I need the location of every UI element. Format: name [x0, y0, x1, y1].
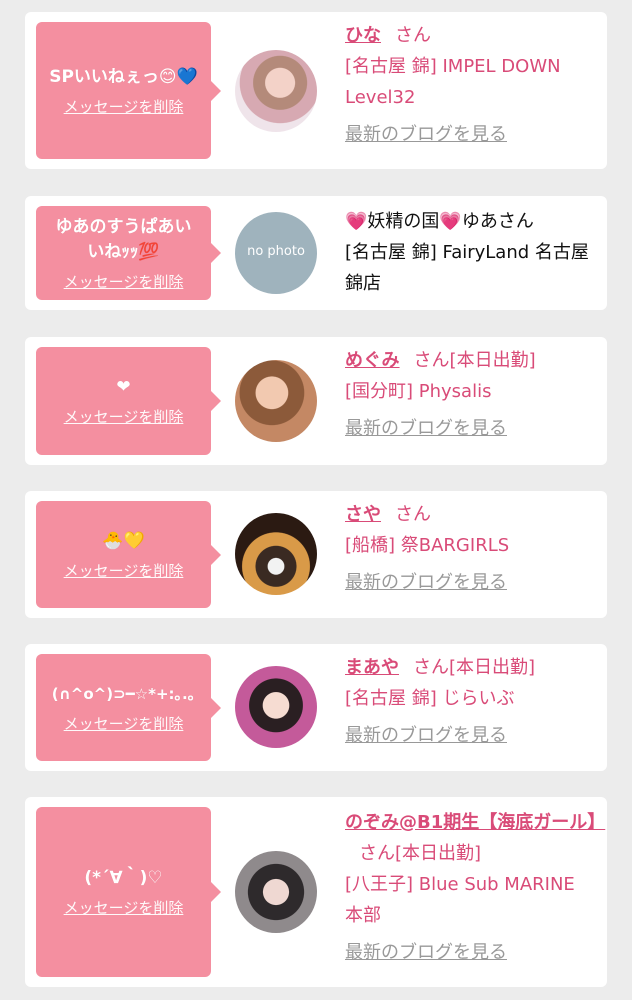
latest-blog-link[interactable]: 最新のブログを見る	[345, 720, 597, 751]
profile-name-link[interactable]: ひな	[345, 25, 381, 46]
shop-link[interactable]: [国分町] Physalis	[345, 376, 597, 407]
avatar[interactable]	[235, 50, 317, 132]
name-suffix: さん	[395, 504, 431, 525]
message-card: SPいいねぇっ😊💙 メッセージを削除 ひな さん [名古屋 錦] IMPEL DO…	[25, 12, 607, 169]
profile-info: まあや さん[本日出勤] [名古屋 錦] じらいぶ 最新のブログを見る	[345, 652, 597, 751]
latest-blog-link[interactable]: 最新のブログを見る	[345, 119, 597, 150]
profile-info: めぐみ さん[本日出勤] [国分町] Physalis 最新のブログを見る	[345, 345, 597, 444]
shop-link[interactable]: [八王子] Blue Sub MARINE 本部	[345, 869, 597, 931]
message-card: (∩^o^)⊃━☆*+:｡.｡ メッセージを削除 まあや さん[本日出勤] [名古…	[25, 644, 607, 771]
avatar[interactable]	[235, 360, 317, 442]
message-text: 🐣💛	[102, 530, 145, 551]
shop-link[interactable]: [名古屋 錦] FairyLand 名古屋錦店	[345, 237, 597, 299]
working-today-badge: [本日出勤]	[395, 843, 482, 864]
delete-message-link[interactable]: メッセージを削除	[64, 96, 184, 117]
delete-message-link[interactable]: メッセージを削除	[64, 271, 184, 292]
profile-info: 💗妖精の国💗ゆあさん [名古屋 錦] FairyLand 名古屋錦店	[345, 206, 597, 299]
message-bubble: SPいいねぇっ😊💙 メッセージを削除	[36, 22, 221, 159]
profile-name-link[interactable]: めぐみ	[345, 350, 400, 371]
message-bubble: 🐣💛 メッセージを削除	[36, 501, 221, 608]
message-card: 🐣💛 メッセージを削除 さや さん [船橋] 祭BARGIRLS 最新のブログを見…	[25, 491, 607, 618]
delete-message-link[interactable]: メッセージを削除	[64, 560, 184, 581]
profile-name-link[interactable]: まあや	[345, 657, 399, 678]
latest-blog-link[interactable]: 最新のブログを見る	[345, 567, 597, 598]
profile-name-link[interactable]: さや	[345, 504, 381, 525]
message-text: ❤	[116, 377, 131, 397]
avatar[interactable]	[235, 851, 317, 933]
profile-name: 💗妖精の国💗ゆあさん	[345, 211, 534, 232]
latest-blog-link[interactable]: 最新のブログを見る	[345, 413, 597, 444]
profile-info: のぞみ@B1期生【海底ガール】さん[本日出勤] [八王子] Blue Sub M…	[345, 807, 605, 968]
no-photo-text: no photo	[247, 244, 305, 259]
message-bubble: (*´∀｀)♡ メッセージを削除	[36, 807, 221, 977]
working-today-badge: [本日出勤]	[449, 657, 536, 678]
message-text: (*´∀｀)♡	[84, 868, 163, 888]
profile-name-link[interactable]: のぞみ@B1期生【海底ガール】	[345, 812, 605, 833]
avatar[interactable]	[235, 666, 317, 748]
shop-link[interactable]: [名古屋 錦] IMPEL DOWN Level32	[345, 51, 597, 113]
shop-link[interactable]: [名古屋 錦] じらいぶ	[345, 683, 597, 714]
message-bubble: ゆあのすうぱあいいねｯｯ💯 メッセージを削除	[36, 206, 221, 300]
message-bubble: ❤ メッセージを削除	[36, 347, 221, 455]
message-text: SPいいねぇっ😊💙	[49, 66, 198, 87]
delete-message-link[interactable]: メッセージを削除	[64, 897, 184, 918]
delete-message-link[interactable]: メッセージを削除	[64, 406, 184, 427]
message-card: (*´∀｀)♡ メッセージを削除 のぞみ@B1期生【海底ガール】さん[本日出勤]…	[25, 797, 607, 987]
profile-info: ひな さん [名古屋 錦] IMPEL DOWN Level32 最新のブログを見…	[345, 20, 597, 150]
message-text: (∩^o^)⊃━☆*+:｡.｡	[51, 684, 196, 703]
working-today-badge: [本日出勤]	[449, 350, 536, 371]
message-card: ❤ メッセージを削除 めぐみ さん[本日出勤] [国分町] Physalis 最新…	[25, 337, 607, 465]
message-card: ゆあのすうぱあいいねｯｯ💯 メッセージを削除 no photo 💗妖精の国💗ゆあ…	[25, 196, 607, 310]
name-suffix: さん	[413, 350, 450, 371]
avatar[interactable]: no photo	[235, 212, 317, 294]
delete-message-link[interactable]: メッセージを削除	[64, 713, 184, 734]
name-suffix: さん	[359, 843, 395, 864]
message-bubble: (∩^o^)⊃━☆*+:｡.｡ メッセージを削除	[36, 654, 221, 761]
message-text: ゆあのすうぱあいいねｯｯ💯	[55, 216, 192, 262]
latest-blog-link[interactable]: 最新のブログを見る	[345, 937, 597, 968]
name-suffix: さん	[395, 25, 431, 46]
avatar[interactable]	[235, 513, 317, 595]
name-suffix: さん	[413, 657, 449, 678]
shop-link[interactable]: [船橋] 祭BARGIRLS	[345, 530, 597, 561]
profile-info: さや さん [船橋] 祭BARGIRLS 最新のブログを見る	[345, 499, 597, 598]
